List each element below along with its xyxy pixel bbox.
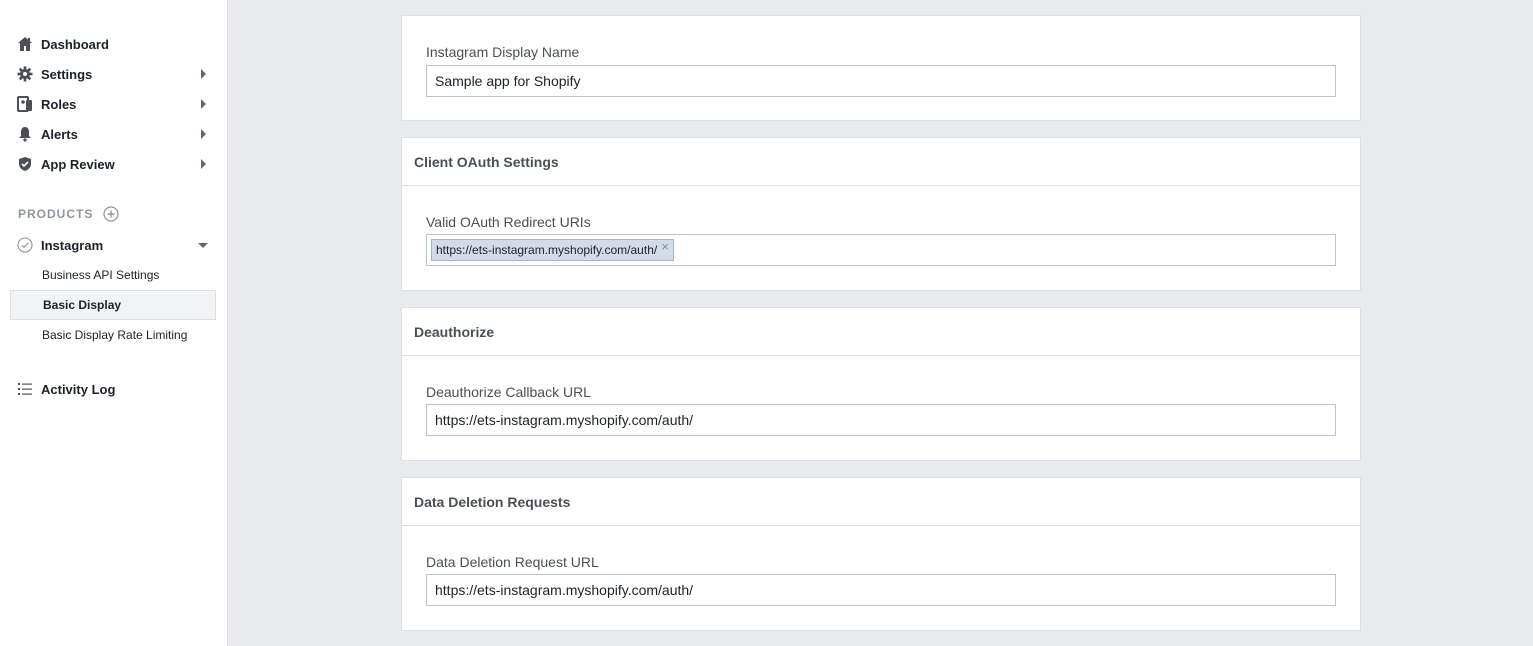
display-name-input[interactable]: Sample app for Shopify xyxy=(426,65,1336,97)
list-icon xyxy=(17,381,33,397)
nav-settings[interactable]: Settings xyxy=(10,59,216,89)
check-circle-icon xyxy=(17,237,33,253)
redirect-uri-token: https://ets-instagram.myshopify.com/auth… xyxy=(431,239,674,261)
deauthorize-header: Deauthorize xyxy=(402,308,1360,356)
sidebar-item-basic-display-rate-limiting[interactable]: Basic Display Rate Limiting xyxy=(10,320,216,350)
chevron-down-icon xyxy=(198,243,208,248)
deauthorize-card: Deauthorize Deauthorize Callback URL htt… xyxy=(401,307,1361,461)
remove-token-icon[interactable]: × xyxy=(661,240,669,253)
add-product-icon[interactable] xyxy=(103,206,119,222)
sidebar: Dashboard Settings Roles Alerts App Revi… xyxy=(0,0,228,646)
products-heading: PRODUCTS xyxy=(18,206,119,222)
nav-instagram-label: Instagram xyxy=(41,237,104,253)
chevron-right-icon xyxy=(201,99,206,109)
nav-activity-log-label: Activity Log xyxy=(41,381,116,397)
shield-check-icon xyxy=(17,156,33,172)
display-name-label: Instagram Display Name xyxy=(426,44,580,60)
nav-dashboard-label: Dashboard xyxy=(41,36,109,52)
nav-roles[interactable]: Roles xyxy=(10,89,216,119)
chevron-right-icon xyxy=(201,159,206,169)
nav-activity-log[interactable]: Activity Log xyxy=(10,374,216,404)
home-icon xyxy=(17,36,33,52)
nav-instagram[interactable]: Instagram xyxy=(10,230,216,260)
data-deletion-header: Data Deletion Requests xyxy=(402,478,1360,526)
nav-roles-label: Roles xyxy=(41,96,77,112)
bell-icon xyxy=(17,126,33,142)
chevron-right-icon xyxy=(201,69,206,79)
roles-icon xyxy=(17,96,33,112)
redirect-uri-token-text: https://ets-instagram.myshopify.com/auth… xyxy=(436,243,658,257)
nav-app-review[interactable]: App Review xyxy=(10,149,216,179)
nav-app-review-label: App Review xyxy=(41,156,115,172)
sidebar-item-label: Basic Display Rate Limiting xyxy=(42,328,188,342)
display-name-card: Instagram Display Name Sample app for Sh… xyxy=(401,15,1361,121)
nav-settings-label: Settings xyxy=(41,66,93,82)
redirect-uris-label: Valid OAuth Redirect URIs xyxy=(426,214,591,230)
nav-dashboard[interactable]: Dashboard xyxy=(10,29,216,59)
sidebar-item-basic-display[interactable]: Basic Display xyxy=(10,290,216,320)
data-deletion-url-input[interactable]: https://ets-instagram.myshopify.com/auth… xyxy=(426,574,1336,606)
gear-icon xyxy=(17,66,33,82)
nav-alerts-label: Alerts xyxy=(41,126,78,142)
deauthorize-callback-label: Deauthorize Callback URL xyxy=(426,384,591,400)
data-deletion-card: Data Deletion Requests Data Deletion Req… xyxy=(401,477,1361,631)
redirect-uris-input[interactable]: https://ets-instagram.myshopify.com/auth… xyxy=(426,234,1336,266)
deauthorize-callback-input[interactable]: https://ets-instagram.myshopify.com/auth… xyxy=(426,404,1336,436)
client-oauth-header: Client OAuth Settings xyxy=(402,138,1360,186)
data-deletion-url-label: Data Deletion Request URL xyxy=(426,554,599,570)
sidebar-item-label: Business API Settings xyxy=(42,268,160,282)
products-heading-label: PRODUCTS xyxy=(18,207,94,221)
sidebar-item-business-api-settings[interactable]: Business API Settings xyxy=(10,260,216,290)
nav-alerts[interactable]: Alerts xyxy=(10,119,216,149)
client-oauth-card: Client OAuth Settings Valid OAuth Redire… xyxy=(401,137,1361,291)
chevron-right-icon xyxy=(201,129,206,139)
sidebar-item-label: Basic Display xyxy=(43,298,122,312)
